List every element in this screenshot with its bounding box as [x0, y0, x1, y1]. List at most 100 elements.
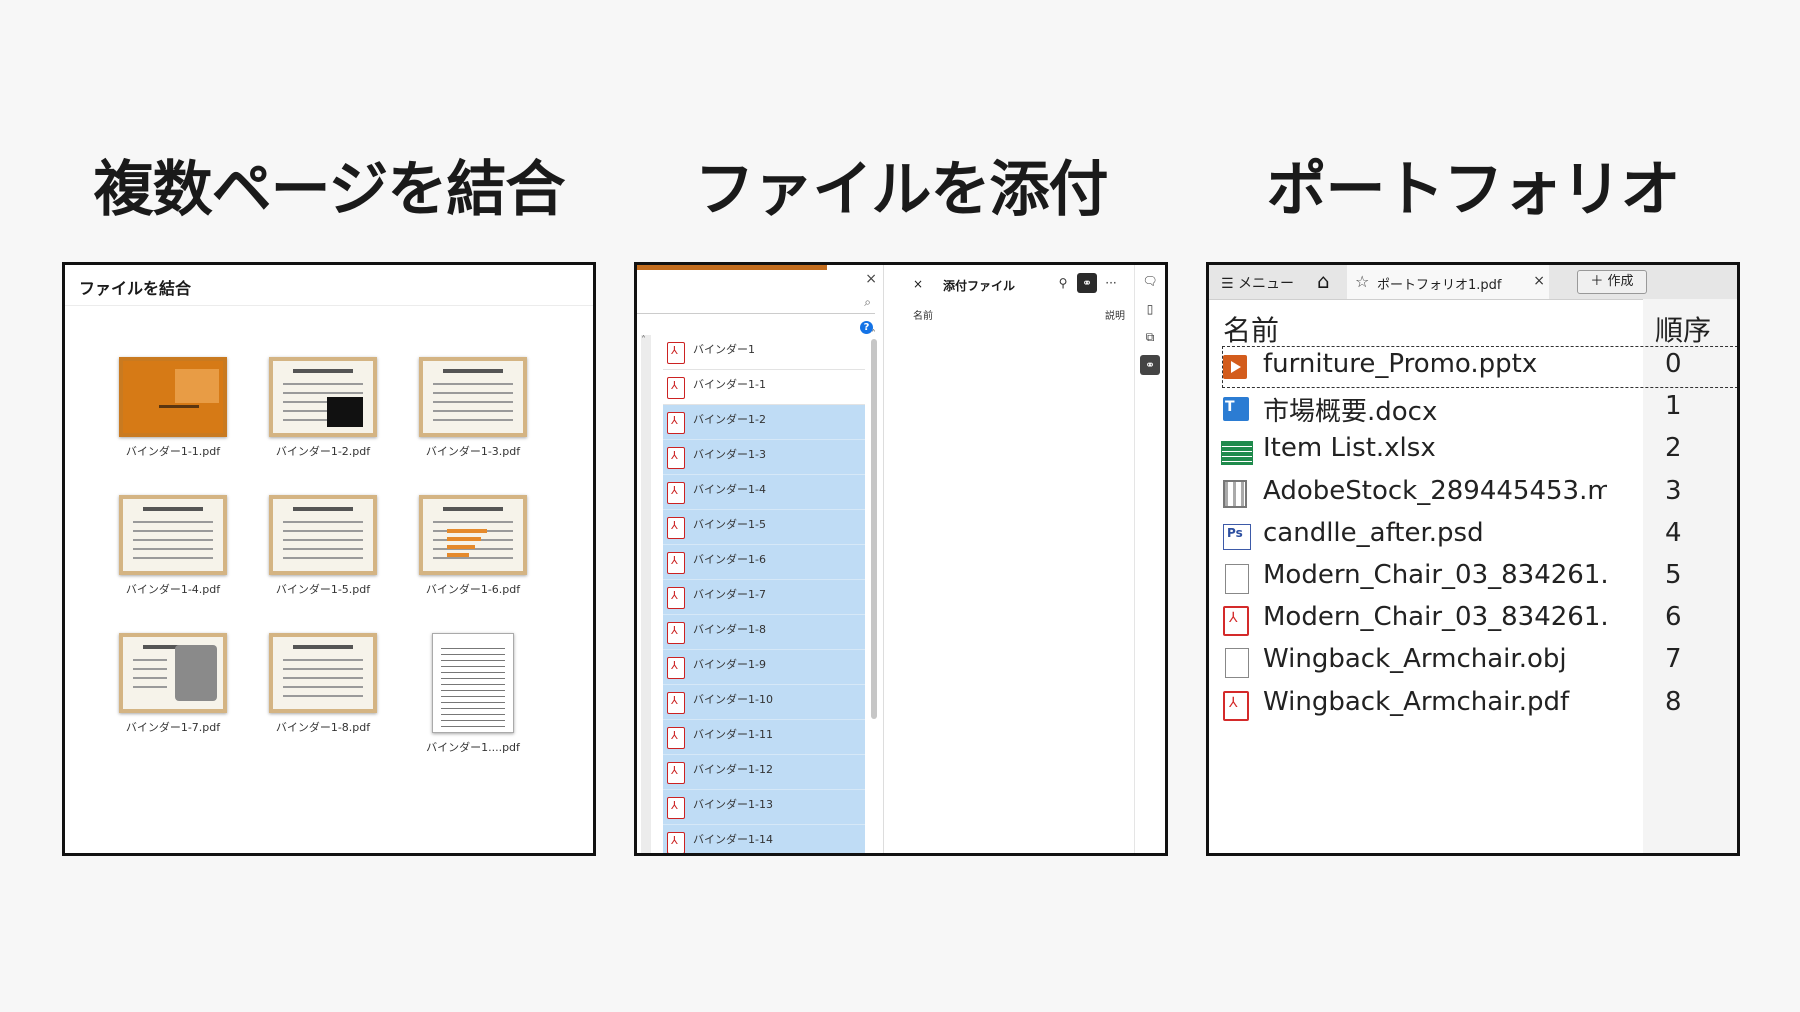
table-row[interactable]: ⅄ Wingback_Armchair.pdf 8 [1221, 683, 1737, 727]
text-line [133, 668, 167, 670]
thumbnail-item[interactable]: バインダー1-4.pdf [98, 495, 248, 597]
list-item[interactable]: バインダー1-12 [663, 755, 865, 790]
home-icon[interactable]: ⌂ [1317, 269, 1330, 293]
table-row[interactable]: Modern_Chair_03_834261.obj 5 [1221, 556, 1737, 600]
thumbnail-item[interactable]: バインダー1-8.pdf [248, 633, 398, 735]
icon-part [1225, 564, 1249, 594]
attach-link-icon[interactable]: ⚭ [1077, 273, 1097, 293]
table-row[interactable]: furniture_Promo.pptx 0 [1221, 345, 1737, 389]
pdf-icon [667, 727, 685, 749]
icon-part [1225, 648, 1249, 679]
thumbnail-item[interactable]: バインダー1-7.pdf [98, 633, 248, 735]
slide-title-bar [143, 507, 203, 511]
tab-portfolio[interactable]: ☆ ポートフォリオ1.pdf × [1347, 265, 1549, 299]
list-item[interactable]: バインダー1-9 [663, 650, 865, 685]
page-thumbnail [419, 495, 527, 575]
blank-file-icon [1221, 646, 1251, 679]
file-order: 0 [1665, 349, 1682, 379]
text-line [283, 548, 363, 550]
pdf-icon [667, 657, 685, 679]
pdf-icon [667, 412, 685, 434]
docx-icon: T [1221, 393, 1251, 425]
more-options-icon[interactable]: ··· [1101, 273, 1121, 293]
text-line [441, 660, 505, 661]
list-item[interactable]: バインダー1-1 [663, 370, 865, 405]
file-order: 8 [1665, 686, 1682, 717]
bookmark-icon[interactable]: ▯ [1140, 299, 1160, 319]
list-item[interactable]: バインダー1-13 [663, 790, 865, 825]
list-item-label: バインダー1-6 [693, 553, 766, 566]
divider [65, 305, 593, 306]
file-name: candlle_after.psd [1263, 517, 1484, 548]
scrollbar-track[interactable] [641, 335, 651, 853]
thumbnail-item[interactable]: バインダー1-5.pdf [248, 495, 398, 597]
text-line [441, 654, 505, 655]
pages-icon[interactable]: ⧉ [1140, 327, 1160, 347]
close-icon[interactable]: × [913, 277, 923, 291]
list-item[interactable]: バインダー1-11 [663, 720, 865, 755]
list-item-label: バインダー1-11 [693, 728, 773, 741]
close-icon[interactable]: × [1533, 273, 1545, 289]
list-item[interactable]: バインダー1-4 [663, 475, 865, 510]
text-line [441, 696, 505, 697]
list-item-label: バインダー1-7 [693, 588, 766, 601]
scroll-up-icon[interactable]: ˄ [641, 335, 646, 346]
file-name: Item List.xlsx [1263, 433, 1436, 464]
table-row[interactable]: Ps candlle_after.psd 4 [1221, 514, 1737, 558]
list-item[interactable]: バインダー1 [663, 335, 865, 370]
attach-add-icon[interactable]: ⚲ [1053, 273, 1073, 293]
table-row[interactable]: Wingback_Armchair.obj 7 [1221, 640, 1737, 684]
heading-portfolio: ポートフォリオ [1266, 155, 1681, 225]
list-item[interactable]: バインダー1-5 [663, 510, 865, 545]
search-icon[interactable]: ⌕ [864, 295, 871, 310]
thumbnail-item[interactable]: バインダー1-3.pdf [398, 357, 548, 459]
page-thumbnail [119, 633, 227, 713]
close-icon[interactable]: × [865, 271, 877, 287]
table-row[interactable]: AdobeStock_289445453.mov 3 [1221, 472, 1737, 516]
star-icon[interactable]: ☆ [1355, 272, 1369, 291]
attachments-title: 添付ファイル [943, 279, 1016, 293]
pdf-icon [667, 797, 685, 819]
thumbnail-item[interactable]: バインダー1-6.pdf [398, 495, 548, 597]
text-line [441, 666, 505, 667]
list-item[interactable]: バインダー1-8 [663, 615, 865, 650]
text-line [441, 678, 505, 679]
table-row[interactable]: Item List.xlsx 2 [1221, 429, 1737, 473]
file-name: Modern_Chair_03_834261.obj [1263, 560, 1607, 590]
search-input[interactable]: ⌕ [637, 295, 875, 314]
list-item-label: バインダー1 [693, 343, 755, 356]
thumbnail-item[interactable]: バインダー1....pdf [398, 633, 548, 755]
icon-part [1223, 479, 1247, 508]
table-row[interactable]: T 市場概要.docx 1 [1221, 387, 1737, 431]
column-header-order[interactable]: 順序 [1655, 309, 1711, 349]
list-item-label: バインダー1-13 [693, 798, 773, 811]
comment-icon[interactable]: 🗨 [1140, 271, 1160, 291]
thumbnail-item[interactable]: バインダー1-1.pdf [98, 357, 248, 459]
list-item[interactable]: バインダー1-6 [663, 545, 865, 580]
text-line [441, 672, 505, 673]
chart-bar [447, 537, 481, 541]
list-item[interactable]: バインダー1-3 [663, 440, 865, 475]
attachment-icon[interactable]: ⚭ [1140, 355, 1160, 375]
file-order: 3 [1665, 475, 1682, 506]
photo-placeholder [327, 397, 363, 427]
table-row[interactable]: ⅄ Modern_Chair_03_834261.pdf 6 [1221, 598, 1737, 642]
pdf-icon [667, 622, 685, 644]
scrollbar-thumb[interactable] [871, 339, 877, 719]
text-line [441, 690, 505, 691]
list-item[interactable]: バインダー1-10 [663, 685, 865, 720]
text-line [133, 677, 167, 679]
list-item-label: バインダー1-5 [693, 518, 766, 531]
menu-button[interactable]: ☰ メニュー [1221, 273, 1294, 293]
thumbnail-item[interactable]: バインダー1-2.pdf [248, 357, 398, 459]
create-button[interactable]: ＋ 作成 [1577, 270, 1647, 294]
list-item[interactable]: バインダー1-14 [663, 825, 865, 853]
chart-bar [447, 529, 487, 533]
column-header-name[interactable]: 名前 [1223, 309, 1279, 349]
thumbnail-label: バインダー1-5.pdf [275, 583, 371, 596]
file-order: 1 [1665, 391, 1682, 422]
list-item-label: バインダー1-3 [693, 448, 766, 461]
list-item[interactable]: バインダー1-2 [663, 405, 865, 440]
pdf-icon [667, 517, 685, 539]
list-item[interactable]: バインダー1-7 [663, 580, 865, 615]
